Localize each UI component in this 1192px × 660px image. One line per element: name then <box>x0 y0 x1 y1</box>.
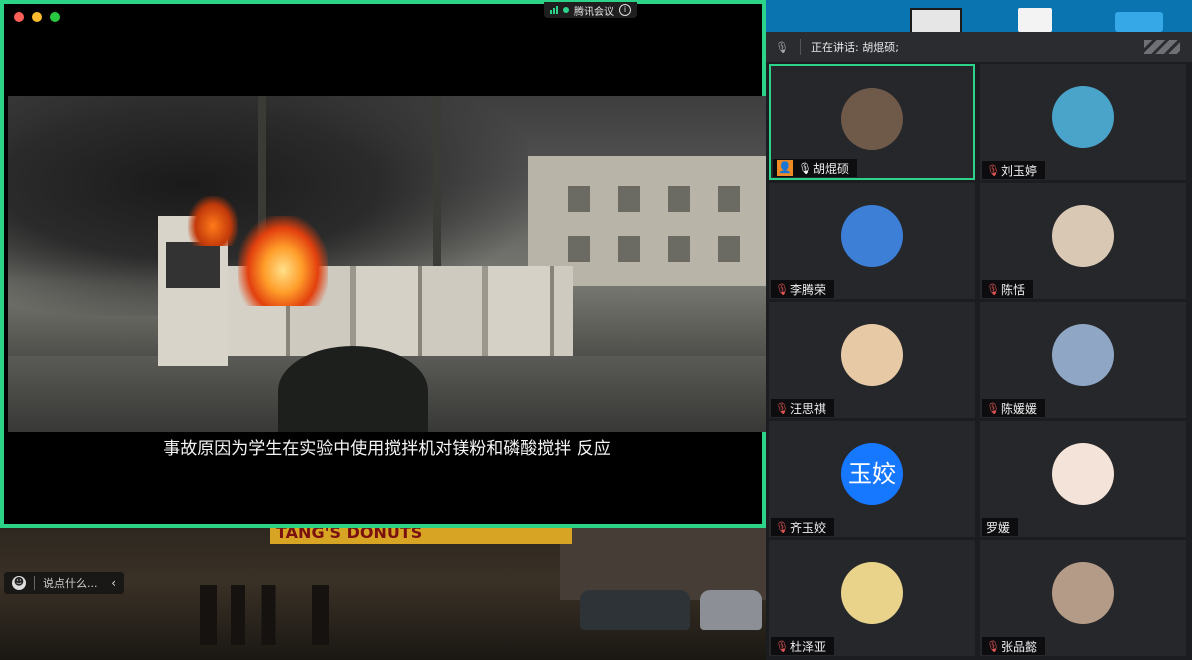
participant-name-tag: 🎙 张品懿 <box>982 637 1046 655</box>
microphone-icon: 🎙 <box>775 40 789 54</box>
speaking-label: 正在讲话: 胡焜硕; <box>811 41 899 54</box>
avatar <box>1052 562 1114 624</box>
muted-microphone-icon: 🎙 <box>986 282 1000 296</box>
fire <box>188 196 238 246</box>
participant-name: 罗媛 <box>986 520 1011 535</box>
chat-input-bar[interactable]: ☻ 说点什么... ‹ <box>4 572 124 594</box>
participant-tile[interactable]: 🎙 杜泽亚 <box>769 540 975 656</box>
minimize-window-button[interactable] <box>32 12 42 22</box>
desktop-folder-icon[interactable] <box>1115 12 1163 32</box>
fire <box>238 216 328 306</box>
muted-microphone-icon: 🎙 <box>775 520 789 534</box>
close-window-button[interactable] <box>14 12 24 22</box>
bushes <box>278 346 428 432</box>
emoji-icon[interactable]: ☻ <box>12 576 26 590</box>
info-icon[interactable]: i <box>619 4 631 16</box>
participant-name-tag: 🎙 汪思祺 <box>771 399 835 417</box>
participant-name: 陈媛媛 <box>1001 401 1038 416</box>
participant-name-tag: 🎙 陈媛媛 <box>982 399 1046 417</box>
signal-icon <box>550 6 558 14</box>
meeting-status-badge[interactable]: 腾讯会议 i <box>544 2 637 18</box>
participant-tile[interactable]: 玉姣 🎙 齐玉姣 <box>769 421 975 537</box>
participant-name: 齐玉姣 <box>790 520 827 535</box>
window-controls <box>14 12 60 22</box>
avatar <box>841 205 903 267</box>
avatar <box>1052 86 1114 148</box>
muted-microphone-icon: 🎙 <box>986 401 1000 415</box>
tencent-meeting-logo <box>1144 40 1180 54</box>
participant-name: 陈恬 <box>1001 282 1026 297</box>
pedestrians <box>200 585 340 645</box>
car <box>580 590 690 630</box>
muted-microphone-icon: 🎙 <box>775 401 789 415</box>
video-subtitle: 事故原因为学生在实验中使用搅拌机对镁粉和磷酸搅拌 反应 <box>163 439 611 459</box>
participant-tile[interactable]: 🎙 汪思祺 <box>769 302 975 418</box>
maximize-window-button[interactable] <box>50 12 60 22</box>
host-icon: 👤 <box>777 160 793 176</box>
microphone-icon: 🎙 <box>798 161 812 175</box>
app-name: 腾讯会议 <box>574 6 614 18</box>
desktop-document-icon[interactable] <box>1018 8 1052 32</box>
participant-name: 汪思祺 <box>790 401 827 416</box>
chevron-left-icon[interactable]: ‹ <box>111 576 116 590</box>
avatar <box>1052 443 1114 505</box>
participant-name: 杜泽亚 <box>790 639 827 654</box>
participant-name: 张品懿 <box>1001 639 1038 654</box>
participant-name: 刘玉婷 <box>1001 163 1038 178</box>
avatar <box>841 324 903 386</box>
recording-dot-icon <box>563 7 569 13</box>
muted-microphone-icon: 🎙 <box>775 639 789 653</box>
participant-tile[interactable]: 🎙 李腾荣 <box>769 183 975 299</box>
participant-name-tag: 🎙 刘玉婷 <box>982 161 1046 179</box>
avatar <box>841 562 903 624</box>
muted-microphone-icon: 🎙 <box>986 639 1000 653</box>
participant-name-tag: 罗媛 <box>982 518 1019 536</box>
chat-placeholder: 说点什么... <box>43 577 98 590</box>
participant-tile[interactable]: 🎙 陈恬 <box>980 183 1186 299</box>
participant-name: 李腾荣 <box>790 282 827 297</box>
participant-tile[interactable]: 👤 🎙 胡焜硕 <box>769 64 975 180</box>
participant-tile[interactable]: 🎙 刘玉婷 <box>980 64 1186 180</box>
speaking-indicator-bar: 🎙 正在讲话: 胡焜硕; <box>766 32 1192 62</box>
participant-tile[interactable]: 🎙 张品懿 <box>980 540 1186 656</box>
participant-name-tag: 🎙 杜泽亚 <box>771 637 835 655</box>
street-building <box>560 520 766 600</box>
muted-microphone-icon: 🎙 <box>986 163 1000 177</box>
muted-microphone-icon: 🎙 <box>775 282 789 296</box>
avatar: 玉姣 <box>841 443 903 505</box>
shared-screen-window[interactable]: 事故原因为学生在实验中使用搅拌机对镁粉和磷酸搅拌 反应 <box>0 0 766 528</box>
divider <box>800 39 801 55</box>
participants-panel: 🎙 正在讲话: 胡焜硕; 👤 🎙 胡焜硕 🎙 刘玉婷 🎙 李腾荣 🎙 陈恬 🎙 汪思祺 🎙 陈媛媛 玉姣 🎙… <box>766 32 1192 660</box>
participant-name-tag: 🎙 李腾荣 <box>771 280 835 298</box>
avatar <box>1052 205 1114 267</box>
participant-tile[interactable]: 🎙 陈媛媛 <box>980 302 1186 418</box>
participant-name: 胡焜硕 <box>813 161 850 176</box>
participant-tile[interactable]: 罗媛 <box>980 421 1186 537</box>
avatar <box>1052 324 1114 386</box>
divider <box>34 576 35 590</box>
avatar <box>841 88 903 150</box>
participant-name-tag: 🎙 齐玉姣 <box>771 518 835 536</box>
shared-video <box>8 96 766 432</box>
desktop-image-icon[interactable] <box>910 8 962 34</box>
participant-name-tag: 👤 🎙 胡焜硕 <box>773 159 858 177</box>
car <box>700 590 762 630</box>
participant-name-tag: 🎙 陈恬 <box>982 280 1034 298</box>
